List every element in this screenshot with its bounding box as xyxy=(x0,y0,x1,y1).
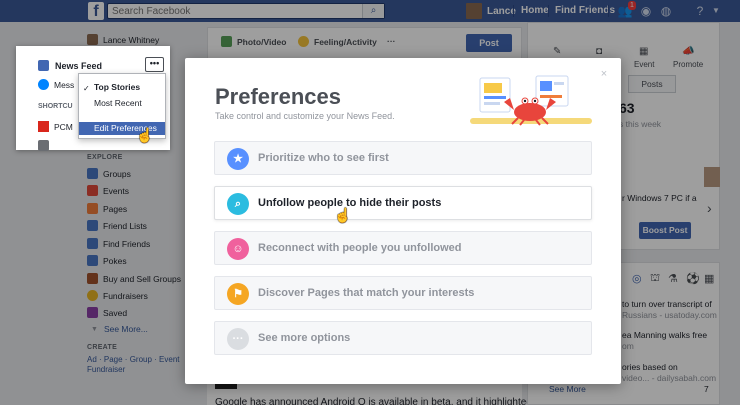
star-icon: ★ xyxy=(227,148,249,170)
option-unfollow[interactable]: ⌕ Unfollow people to hide their posts xyxy=(214,186,592,220)
sidebar-item-messenger[interactable]: Mess xyxy=(38,79,74,90)
shortcut-icon xyxy=(38,140,49,151)
messenger-icon xyxy=(38,79,49,90)
sidebar-item-news-feed[interactable]: News Feed xyxy=(38,60,102,71)
sidebar-item-pcmag[interactable]: PCM xyxy=(38,121,73,132)
close-icon[interactable]: × xyxy=(598,68,610,80)
pcmag-icon xyxy=(38,121,49,132)
news-feed-icon xyxy=(38,60,49,71)
option-label: Prioritize who to see first xyxy=(258,152,389,164)
hand-cursor-icon: ☝ xyxy=(334,207,352,223)
option-discover-pages[interactable]: ⚑ Discover Pages that match your interes… xyxy=(214,276,592,310)
smile-icon: ☺ xyxy=(227,238,249,260)
option-prioritize[interactable]: ★ Prioritize who to see first xyxy=(214,141,592,175)
crab-illustration xyxy=(470,75,592,126)
search-icon: ⌕ xyxy=(227,193,249,215)
option-label: See more options xyxy=(258,332,351,344)
more-icon: ··· xyxy=(227,328,249,350)
sidebar-item-label: PCM xyxy=(54,121,73,132)
news-feed-label: News Feed xyxy=(55,60,103,71)
page-title: Preferences xyxy=(215,84,341,109)
news-feed-options-button[interactable]: ••• xyxy=(145,57,164,72)
option-label: Discover Pages that match your interests xyxy=(258,287,475,299)
check-icon: ✓ xyxy=(83,84,90,93)
flag-icon: ⚑ xyxy=(227,283,249,305)
menu-item-most-recent[interactable]: Most Recent xyxy=(94,98,142,108)
illustration-card-left xyxy=(479,77,511,113)
sidebar-item-label: Mess xyxy=(54,79,75,90)
menu-item-top-stories[interactable]: Top Stories xyxy=(94,82,140,92)
sidebar-item-shortcut[interactable] xyxy=(38,140,54,151)
page-subtitle: Take control and customize your News Fee… xyxy=(215,111,395,121)
option-see-more[interactable]: ··· See more options xyxy=(214,321,592,355)
option-label: Reconnect with people you unfollowed xyxy=(258,242,462,254)
shortcuts-heading: SHORTCU xyxy=(38,103,73,110)
option-reconnect[interactable]: ☺ Reconnect with people you unfollowed xyxy=(214,231,592,265)
hand-cursor-icon: ☝ xyxy=(136,127,154,143)
